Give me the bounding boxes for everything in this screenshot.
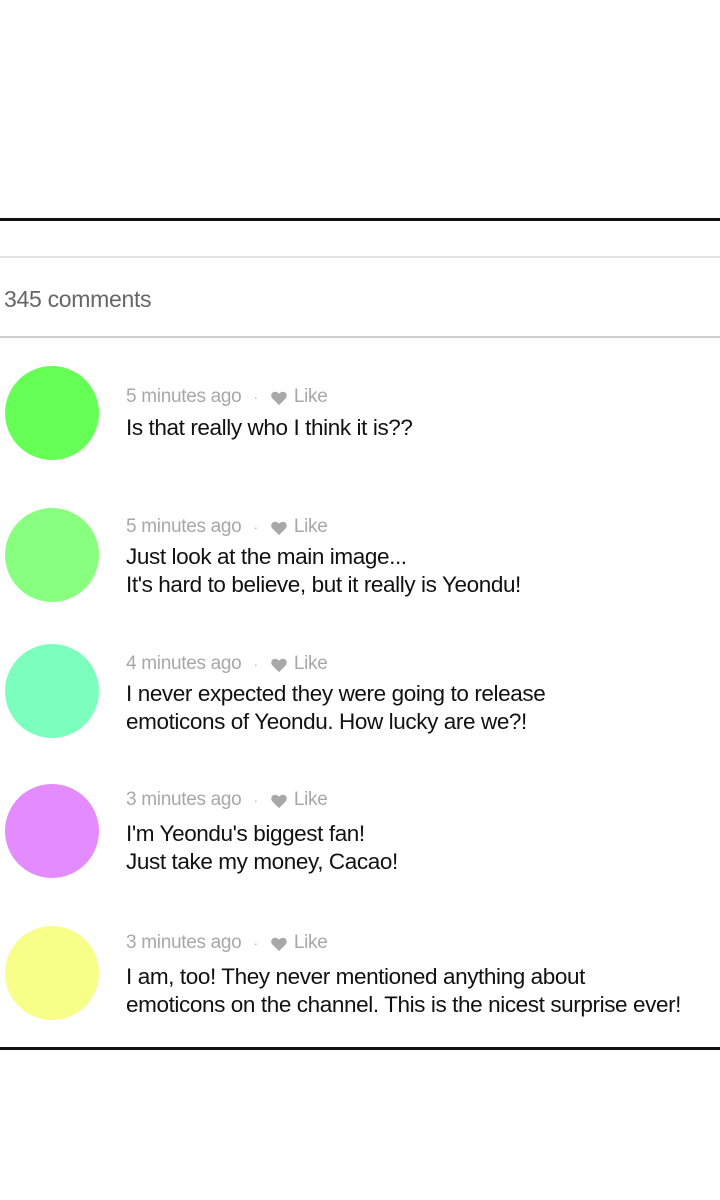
like-label: Like [293,386,328,407]
like-button[interactable]: Like [270,932,328,954]
comments-page: 345 comments 5 minutes ago · Like Is tha… [0,0,720,1200]
comment-timestamp: 3 minutes ago [126,789,242,810]
comment-text: Is that really who I think it is?? [126,414,413,442]
comment-line: I'm Yeondu's biggest fan! [126,821,365,846]
heart-icon [271,658,287,673]
comment-line: It's hard to believe, but it really is Y… [126,572,521,597]
bottom-divider [0,1047,720,1050]
like-label: Like [293,516,328,537]
heart-icon [271,937,287,952]
comment-timestamp: 3 minutes ago [126,932,242,953]
comment-text: I am, too! They never mentioned anything… [126,963,681,1019]
avatar[interactable] [5,508,99,602]
comment-line: Is that really who I think it is?? [126,415,413,440]
like-label: Like [293,789,328,810]
heart-icon [271,391,287,406]
comment-text: I never expected they were going to rele… [126,680,546,736]
header-divider [0,256,720,258]
comment-text: I'm Yeondu's biggest fan! Just take my m… [126,820,398,876]
like-button[interactable]: Like [270,789,328,811]
heart-icon [271,521,287,536]
comment-line: Just take my money, Cacao! [126,849,398,874]
comment-count: 345 comments [4,286,152,312]
like-label: Like [293,932,328,953]
like-label: Like [293,653,328,674]
top-divider [0,218,720,221]
avatar[interactable] [5,644,99,738]
avatar[interactable] [5,926,99,1020]
meta-separator: · [253,935,258,951]
like-button[interactable]: Like [270,653,328,675]
meta-separator: · [253,519,258,535]
comment-line: Just look at the main image... [126,544,407,569]
comment-line: emoticons on the channel. This is the ni… [126,992,682,1017]
comment-text: Just look at the main image... It's hard… [126,543,521,599]
comment-meta: 3 minutes ago · Like [126,789,328,811]
list-divider [0,336,720,338]
meta-separator: · [253,656,258,672]
comment-meta: 3 minutes ago · Like [126,932,328,954]
avatar[interactable] [5,366,99,460]
comment-meta: 4 minutes ago · Like [126,653,328,675]
meta-separator: · [253,389,258,405]
comment-meta: 5 minutes ago · Like [126,516,328,538]
comment-line: I am, too! They never mentioned anything… [126,964,585,989]
heart-icon [271,794,287,809]
comment-line: I never expected they were going to rele… [126,681,546,706]
comment-line: emoticons of Yeondu. How lucky are we?! [126,709,527,734]
avatar[interactable] [5,784,99,878]
like-button[interactable]: Like [270,516,328,538]
comment-meta: 5 minutes ago · Like [126,386,328,408]
comment-timestamp: 5 minutes ago [126,516,242,537]
meta-separator: · [253,792,258,808]
comment-timestamp: 5 minutes ago [126,386,242,407]
comment-timestamp: 4 minutes ago [126,653,242,674]
like-button[interactable]: Like [270,386,328,408]
